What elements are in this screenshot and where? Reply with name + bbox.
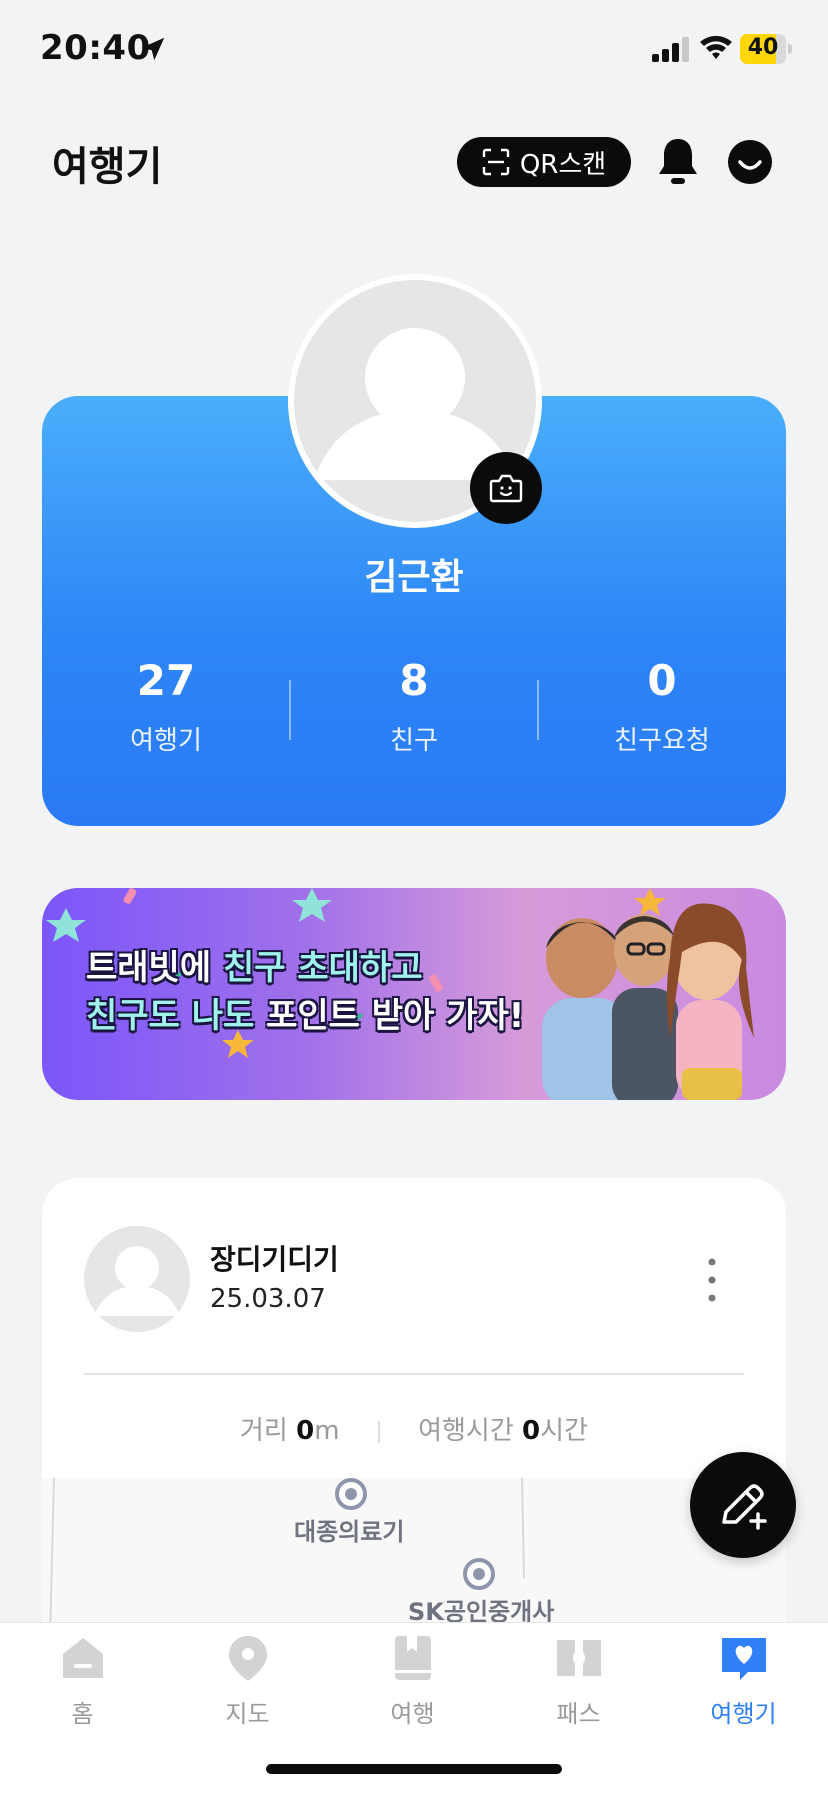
- notification-bell-icon[interactable]: [656, 136, 700, 188]
- map-pin-icon: [228, 1636, 267, 1681]
- stat-travelogues[interactable]: 27 여행기: [42, 656, 290, 757]
- wifi-icon: [700, 35, 732, 59]
- change-photo-button[interactable]: [470, 452, 542, 524]
- my-profile-icon[interactable]: [728, 140, 772, 184]
- stat-value: 27: [136, 656, 196, 705]
- map-label: 대종의료기: [294, 1518, 405, 1546]
- distance-unit: m: [314, 1416, 340, 1446]
- ticket-icon: [556, 1640, 601, 1676]
- stat-value: 0: [647, 656, 677, 705]
- banner-line2-a: 친구도: [86, 996, 192, 1036]
- invite-friends-banner[interactable]: 트래빗에 친구 초대하고 친구도 나도 포인트 받아 가자!: [42, 888, 786, 1100]
- tab-label: 홈: [71, 1700, 94, 1728]
- post-author-avatar[interactable]: [84, 1226, 190, 1332]
- battery-indicator: 40: [740, 34, 792, 64]
- home-indicator: [266, 1764, 562, 1774]
- trip-metrics: 거리 0m 여행시간 0시간: [84, 1410, 744, 1447]
- distance-label: 거리: [240, 1416, 288, 1446]
- stat-label: 여행기: [130, 726, 202, 756]
- distance-value: 0: [296, 1416, 315, 1446]
- qr-scan-icon: [482, 148, 510, 176]
- stat-label: 친구: [390, 726, 438, 756]
- stat-label: 친구요청: [614, 726, 710, 756]
- tab-map[interactable]: 지도: [165, 1634, 330, 1729]
- tab-label: 여행기: [710, 1700, 777, 1728]
- heart-chat-icon: [721, 1638, 766, 1680]
- duration-value: 0: [522, 1416, 541, 1446]
- tab-home[interactable]: 홈: [0, 1634, 165, 1729]
- more-options-icon[interactable]: [700, 1256, 724, 1304]
- banner-headline: 트래빗에 친구 초대하고 친구도 나도 포인트 받아 가자!: [86, 944, 524, 1040]
- tab-travelogue[interactable]: 여행기: [661, 1634, 826, 1729]
- duration-unit: 시간: [540, 1416, 588, 1446]
- banner-line2-c: 포인트 받아 가자!: [254, 996, 525, 1036]
- tab-trips[interactable]: 여행: [330, 1634, 495, 1729]
- qr-scan-label: QR스캔: [519, 149, 607, 180]
- cellular-signal-icon: [652, 37, 689, 62]
- stat-friend-requests[interactable]: 0 친구요청: [538, 656, 786, 757]
- tab-label: 여행: [390, 1700, 435, 1728]
- stat-friends[interactable]: 8 친구: [290, 656, 538, 757]
- banner-line2-b: 나도: [191, 996, 255, 1036]
- post-divider: [84, 1373, 744, 1375]
- book-icon: [394, 1636, 431, 1680]
- stat-value: 8: [399, 656, 429, 705]
- location-arrow-icon: [141, 37, 165, 61]
- status-time: 20:40: [40, 28, 151, 68]
- page-title: 여행기: [52, 144, 163, 190]
- user-name: 김근환: [364, 557, 464, 598]
- home-icon: [62, 1638, 103, 1678]
- qr-scan-button[interactable]: QR스캔: [457, 137, 631, 187]
- edit-plus-icon: [722, 1484, 767, 1530]
- write-travelogue-button[interactable]: [690, 1452, 796, 1558]
- trip-map[interactable]: 대종의료기 SK공인중개사: [42, 1478, 786, 1638]
- battery-level-text: 40: [747, 35, 779, 60]
- characters-illustration: [542, 903, 754, 1100]
- post-date: 25.03.07: [210, 1284, 326, 1314]
- banner-line1-b: 친구 초대하고: [222, 948, 423, 988]
- tab-label: 패스: [556, 1700, 601, 1728]
- camera-icon: [489, 474, 523, 503]
- tab-label: 지도: [225, 1700, 270, 1728]
- duration-label: 여행시간: [418, 1416, 514, 1446]
- tab-pass[interactable]: 패스: [496, 1634, 661, 1729]
- banner-line1-a: 트래빗에: [86, 948, 223, 988]
- post-author-name: 장디기디기: [210, 1243, 339, 1276]
